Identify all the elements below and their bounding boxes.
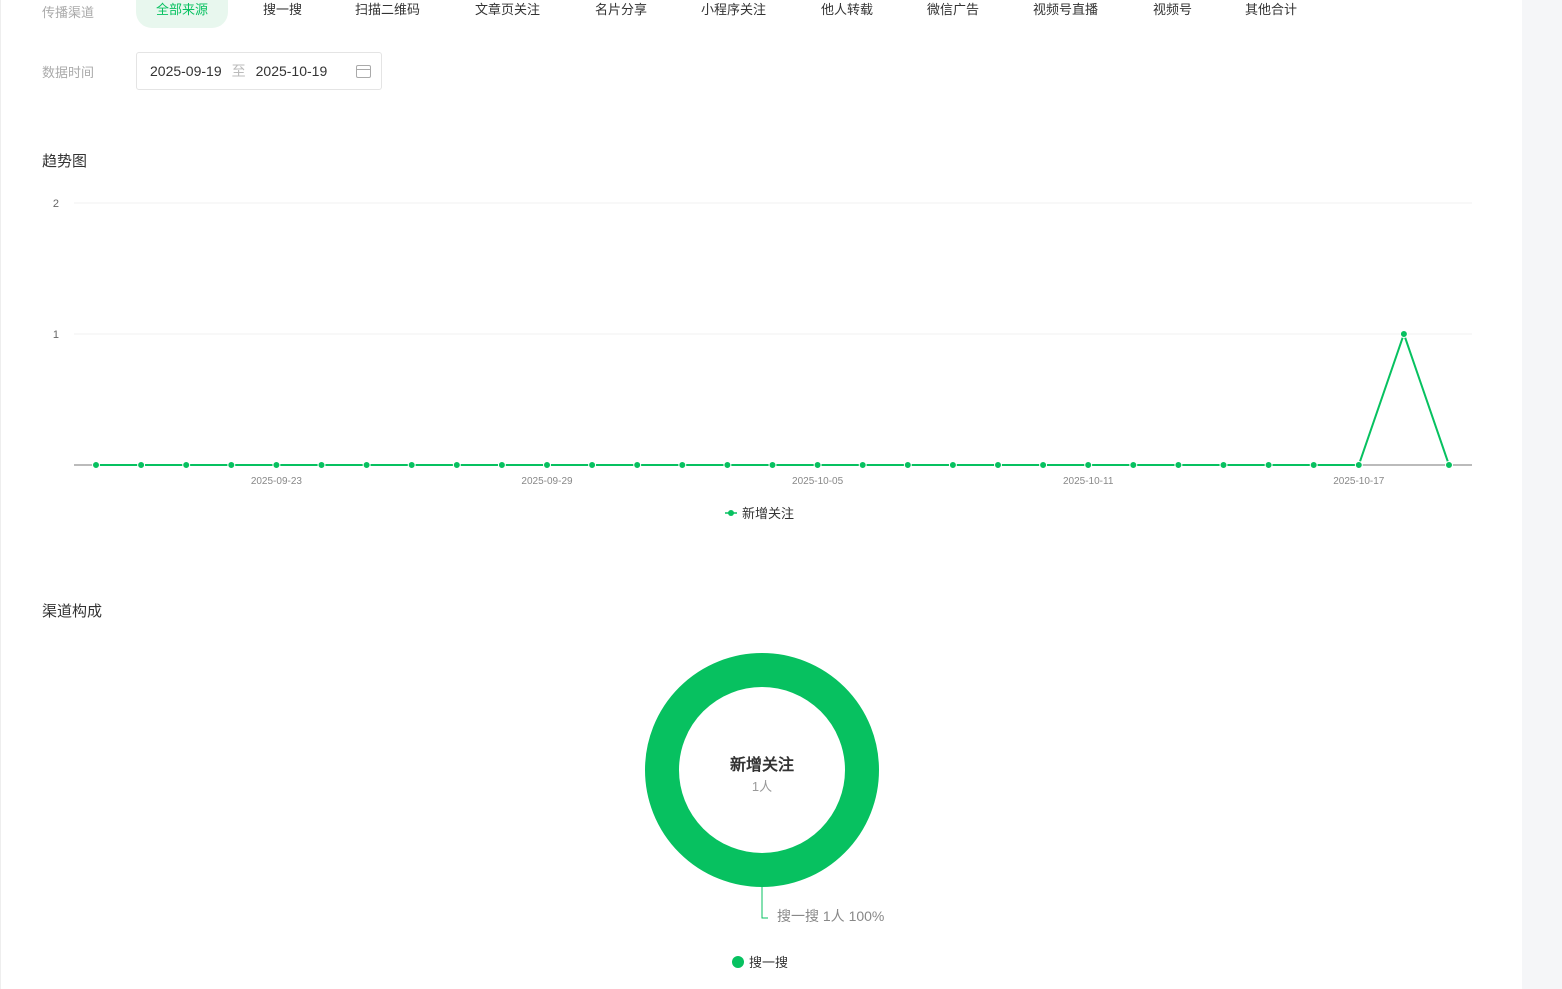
composition-title: 渠道构成 xyxy=(42,603,103,620)
data-point xyxy=(903,461,912,469)
data-point xyxy=(588,461,597,469)
data-point xyxy=(92,461,100,469)
pie-legend[interactable]: 搜一搜 xyxy=(749,955,788,970)
data-point xyxy=(768,461,777,469)
data-point xyxy=(1309,461,1318,469)
channel-tab[interactable]: 小程序关注 xyxy=(681,0,786,28)
data-point xyxy=(1039,461,1048,469)
data-point xyxy=(272,461,281,469)
content-panel: 传播渠道 全部来源 搜一搜 扫描二维码 文章页关注 名片分享 小程序关注 他人转载 微信广告视… xyxy=(0,0,1522,989)
trend-legend: 新增关注 xyxy=(742,506,794,521)
data-point xyxy=(452,461,461,469)
donut-center-title: 新增关注 xyxy=(730,755,794,774)
data-point xyxy=(362,461,371,469)
y-tick-label: 1 xyxy=(53,329,59,341)
data-point xyxy=(678,461,687,469)
date-label: 数据时间 xyxy=(42,65,95,80)
channel-tab[interactable]: 搜一搜 xyxy=(243,0,322,28)
trend-chart: 1 2 2025-09-23 2025-09-29 2025-10-05 2025-10-… xyxy=(53,198,1472,521)
data-point xyxy=(1174,461,1183,469)
date-separator: 至 xyxy=(231,63,246,79)
data-point xyxy=(497,461,506,469)
composition-chart: 新增关注 1人 搜一搜 1人 100% 搜一搜 xyxy=(645,653,884,970)
date-end[interactable]: 2025-10-19 xyxy=(256,63,328,79)
legend-dot xyxy=(732,956,744,968)
channel-tab[interactable]: 其他合计 xyxy=(1225,0,1317,28)
slice-label-line xyxy=(761,887,768,919)
data-point xyxy=(813,461,822,469)
data-point xyxy=(633,461,642,469)
donut-center-value: 1人 xyxy=(752,779,772,794)
x-tick-label: 2025-10-05 xyxy=(792,476,844,487)
channel-tab[interactable]: 全部来源 xyxy=(136,0,229,28)
channel-label: 传播渠道 xyxy=(42,5,95,20)
slice-label: 搜一搜 1人 100% xyxy=(777,908,884,924)
data-point xyxy=(182,461,191,469)
data-point xyxy=(858,461,867,469)
data-point xyxy=(1445,461,1453,469)
data-point xyxy=(317,461,326,469)
legend-marker xyxy=(728,510,734,516)
calendar-icon[interactable] xyxy=(356,65,371,78)
data-point xyxy=(1084,461,1093,469)
channel-tab[interactable]: 名片分享 xyxy=(575,0,667,28)
channel-tab[interactable]: 视频号 xyxy=(1133,0,1212,28)
channel-tab[interactable]: 扫描二维码 xyxy=(335,0,440,28)
x-tick-label: 2025-09-29 xyxy=(521,476,573,487)
date-range-picker[interactable]: 2025-09-19 至 2025-10-19 xyxy=(136,52,382,90)
channel-tab[interactable]: 微信广告 xyxy=(907,0,999,28)
data-point xyxy=(1354,461,1363,469)
data-point xyxy=(994,461,1002,469)
date-start[interactable]: 2025-09-19 xyxy=(150,63,222,79)
data-point xyxy=(543,461,551,469)
series-line xyxy=(96,330,1450,466)
channel-tab[interactable]: 视频号直播 xyxy=(1013,0,1118,28)
data-point xyxy=(723,461,732,469)
data-point xyxy=(1219,461,1228,469)
data-point xyxy=(948,461,957,469)
trend-title: 趋势图 xyxy=(42,153,88,170)
channel-tab[interactable]: 文章页关注 xyxy=(455,0,560,28)
x-tick-label: 2025-10-17 xyxy=(1333,476,1385,487)
data-point xyxy=(1129,461,1138,469)
data-point xyxy=(137,461,146,469)
data-point xyxy=(227,461,236,469)
data-point xyxy=(1264,461,1273,469)
data-point xyxy=(407,461,416,469)
x-tick-label: 2025-09-23 xyxy=(251,476,303,487)
channel-tab[interactable]: 他人转载 xyxy=(801,0,893,28)
data-point xyxy=(1399,330,1408,338)
x-tick-label: 2025-10-11 xyxy=(1063,476,1114,487)
y-tick-label: 2 xyxy=(53,198,59,210)
